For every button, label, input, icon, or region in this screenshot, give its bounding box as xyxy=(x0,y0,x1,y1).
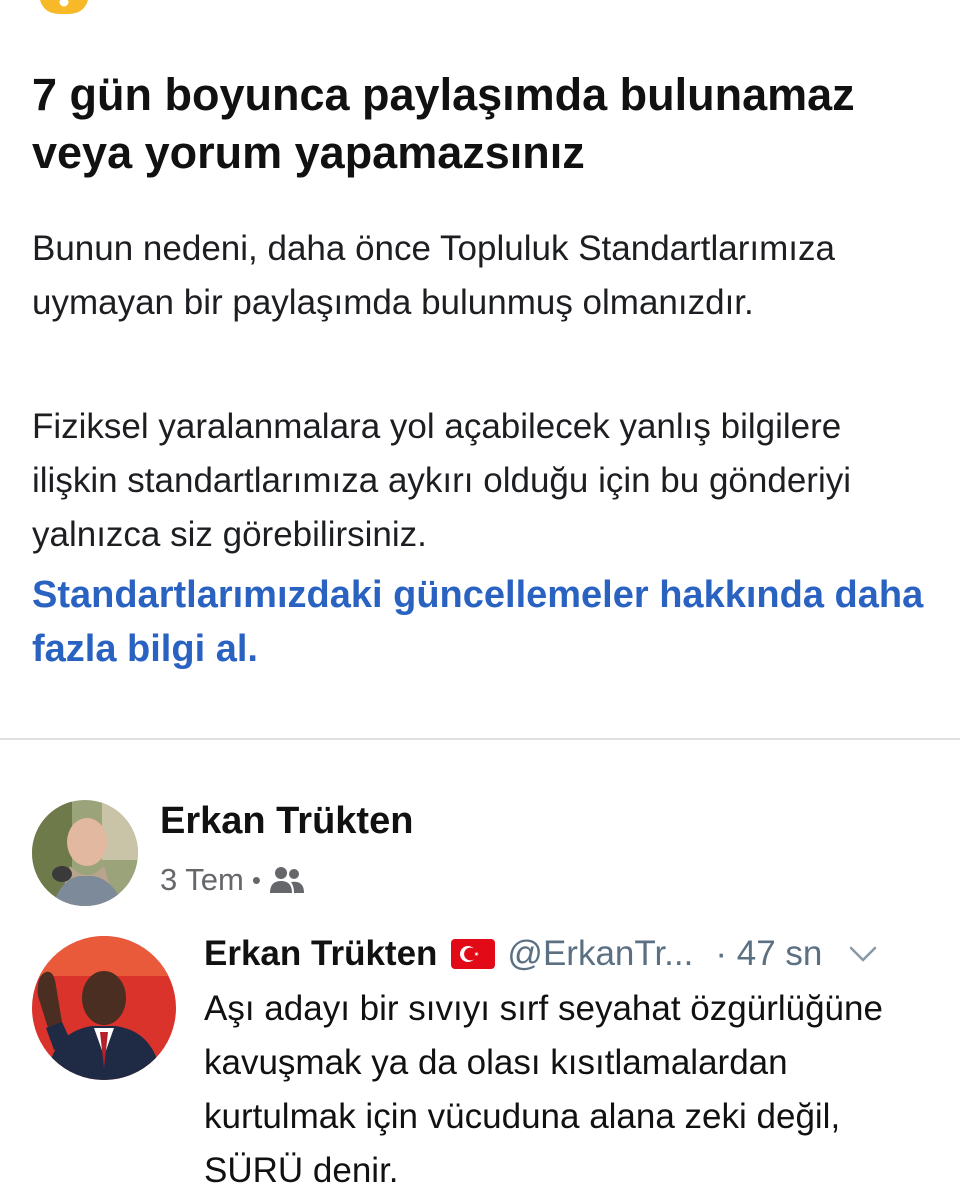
screen: 7 gün boyunca paylaşımda bulunamaz veya … xyxy=(0,0,960,1200)
tweet-text: Aşı adayı bir sıvıyı sırf seyahat özgürl… xyxy=(204,989,883,1190)
notice-reason-text: Bunun nedeni, daha önce Topluluk Standar… xyxy=(32,229,835,322)
tweet-header: Erkan Trükten @ErkanTr... · 47 sn xyxy=(204,928,944,980)
learn-more-link[interactable]: Standartlarımızdaki güncellemeler hakkın… xyxy=(32,568,932,676)
warning-icon xyxy=(40,0,88,14)
friends-icon[interactable] xyxy=(269,865,305,895)
notice-title: 7 gün boyunca paylaşımda bulunamaz veya … xyxy=(32,69,855,178)
post-date[interactable]: 3 Tem xyxy=(160,862,244,898)
post-meta: 3 Tem • xyxy=(160,860,305,900)
notice-visibility-text: Fiziksel yaralanmalara yol açabilecek ya… xyxy=(32,407,851,554)
tweet-handle[interactable]: @ErkanTr... xyxy=(507,934,693,974)
divider xyxy=(0,738,960,740)
tweet-timestamp[interactable]: · 47 sn xyxy=(715,934,822,974)
tweet-author-avatar[interactable] xyxy=(32,936,176,1080)
author-avatar[interactable] xyxy=(32,800,138,906)
turkey-flag-icon xyxy=(451,939,496,969)
chevron-down-icon[interactable] xyxy=(848,943,878,965)
tweet-author-name[interactable]: Erkan Trükten xyxy=(204,934,437,974)
post-author-name[interactable]: Erkan Trükten xyxy=(160,800,413,843)
separator-dot: • xyxy=(251,864,261,895)
